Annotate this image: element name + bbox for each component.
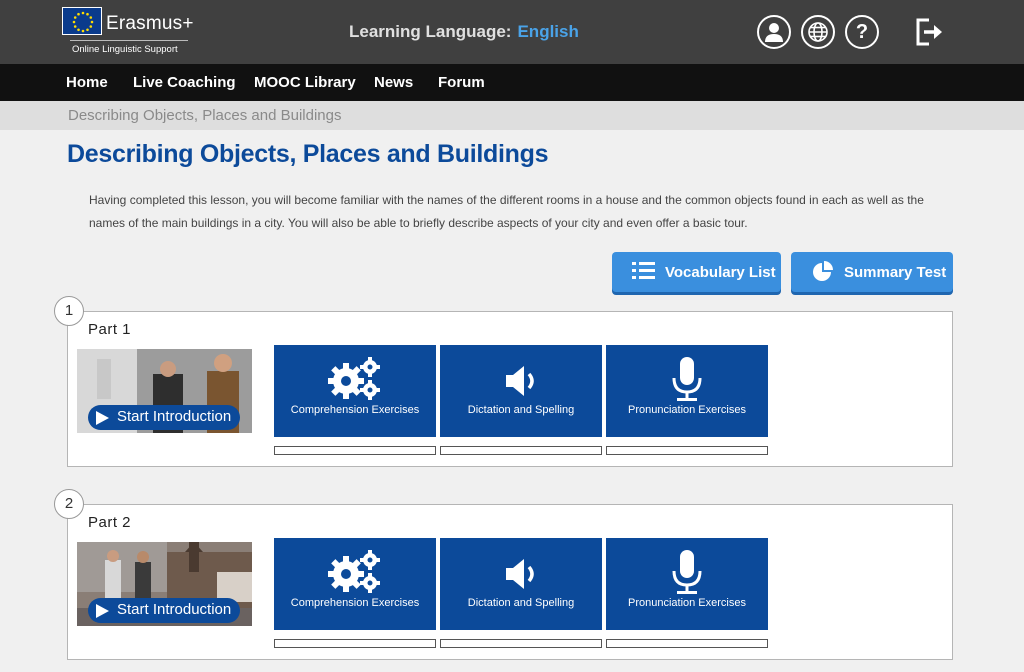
learning-language-label: Learning Language: [349,22,512,41]
pronunciation-exercises-label: Pronunciation Exercises [627,597,746,609]
play-icon [96,604,109,618]
user-icon[interactable] [757,15,791,49]
gears-icon [328,357,380,400]
comprehension-progress-bar [274,639,436,648]
speaker-icon [506,559,534,589]
start-introduction-label: Start Introduction [117,601,232,618]
nav-forum[interactable]: Forum [438,74,485,91]
help-glyph: ? [855,21,869,43]
part-title: Part 1 [88,321,132,338]
globe-icon[interactable] [801,15,835,49]
dictation-progress-bar [440,639,602,648]
dictation-progress-bar [440,446,602,455]
dictation-spelling-label: Dictation and Spelling [467,404,575,416]
page-title: Describing Objects, Places and Buildings [67,140,549,168]
breadcrumb: Describing Objects, Places and Buildings [0,101,1024,130]
logo-divider [70,40,188,41]
pronunciation-exercises-tile[interactable]: Pronunciation Exercises [606,345,768,437]
start-introduction-button[interactable]: Start Introduction [88,405,240,430]
comprehension-exercises-label: Comprehension Exercises [290,597,420,609]
part-title: Part 2 [88,514,132,531]
nav-live-coaching[interactable]: Live Coaching [133,74,236,91]
main-nav: Home Live Coaching MOOC Library News For… [0,64,1024,101]
learning-language: Learning Language: English [349,22,579,42]
pronunciation-exercises-tile[interactable]: Pronunciation Exercises [606,538,768,630]
speaker-icon [506,366,534,396]
list-icon [632,262,655,279]
microphone-icon [672,550,702,594]
gears-icon [328,550,380,593]
part-card-1: 1 Part 1 Start Introduction Comprehensio… [54,296,953,467]
part-card-2: 2 Part 2 Start Introduction Comprehensio… [54,489,953,660]
summary-test-button[interactable]: Summary Test [791,252,953,292]
help-icon[interactable]: ? [845,15,879,49]
logout-icon[interactable] [913,16,945,48]
comprehension-progress-bar [274,446,436,455]
nav-home[interactable]: Home [66,74,108,91]
lesson-description: Having completed this lesson, you will b… [89,193,924,230]
pronunciation-progress-bar [606,446,768,455]
start-introduction-button[interactable]: Start Introduction [88,598,240,623]
start-introduction-label: Start Introduction [117,408,232,425]
pie-chart-icon [813,261,833,281]
comprehension-exercises-label: Comprehension Exercises [290,404,420,416]
nav-mooc-library[interactable]: MOOC Library [254,74,356,91]
breadcrumb-current: Describing Objects, Places and Buildings [68,107,342,124]
dictation-spelling-tile[interactable]: Dictation and Spelling [440,538,602,630]
nav-news[interactable]: News [374,74,413,91]
summary-test-label: Summary Test [844,264,947,281]
microphone-icon [672,357,702,401]
play-icon [96,411,109,425]
erasmus-logo[interactable]: Erasmus+ Online Linguistic Support [62,7,194,57]
dictation-spelling-tile[interactable]: Dictation and Spelling [440,345,602,437]
logo-tagline: Online Linguistic Support [72,44,178,55]
part-number-badge: 1 [54,296,84,326]
eu-flag-icon [62,7,102,35]
pronunciation-exercises-label: Pronunciation Exercises [627,404,746,416]
learning-language-value[interactable]: English [517,22,578,41]
intro-video-thumbnail[interactable]: Start Introduction [77,542,252,626]
dictation-spelling-label: Dictation and Spelling [467,597,575,609]
pronunciation-progress-bar [606,639,768,648]
comprehension-exercises-tile[interactable]: Comprehension Exercises [274,345,436,437]
comprehension-exercises-tile[interactable]: Comprehension Exercises [274,538,436,630]
intro-video-thumbnail[interactable]: Start Introduction [77,349,252,433]
top-bar: Erasmus+ Online Linguistic Support Learn… [0,0,1024,64]
part-number-badge: 2 [54,489,84,519]
vocabulary-list-label: Vocabulary List [665,264,776,281]
logo-name: Erasmus+ [106,13,194,34]
vocabulary-list-button[interactable]: Vocabulary List [612,252,781,292]
